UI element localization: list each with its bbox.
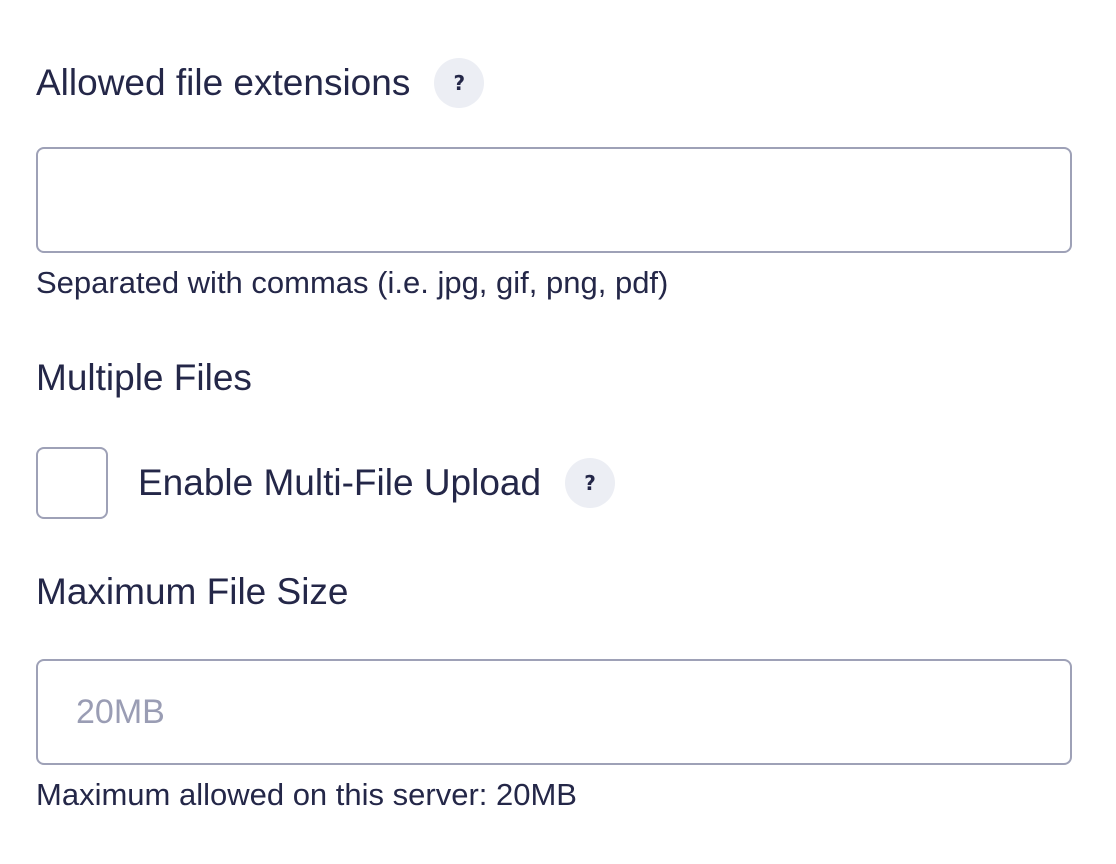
multiple-files-heading: Multiple Files	[36, 357, 252, 398]
multi-file-upload-row: Enable Multi-File Upload ?	[36, 447, 616, 519]
extensions-hint: Separated with commas (i.e. jpg, gif, pn…	[36, 265, 669, 300]
file-upload-settings-form: Allowed file extensions ? Separated with…	[0, 0, 1116, 864]
multiple-files-label: Multiple Files	[36, 356, 252, 400]
extensions-label: Allowed file extensions	[36, 62, 411, 103]
question-mark-icon[interactable]: ?	[434, 58, 485, 108]
max-size-hint: Maximum allowed on this server: 20MB	[36, 777, 577, 812]
extensions-label-row: Allowed file extensions ?	[36, 58, 485, 108]
max-size-input[interactable]	[36, 659, 1072, 765]
question-mark-icon[interactable]: ?	[565, 458, 616, 508]
multi-file-upload-checkbox[interactable]	[36, 447, 108, 519]
extensions-input[interactable]	[36, 147, 1072, 253]
multi-file-upload-label[interactable]: Enable Multi-File Upload	[138, 461, 541, 505]
max-size-label: Maximum File Size	[36, 570, 349, 614]
max-size-heading: Maximum File Size	[36, 571, 349, 612]
